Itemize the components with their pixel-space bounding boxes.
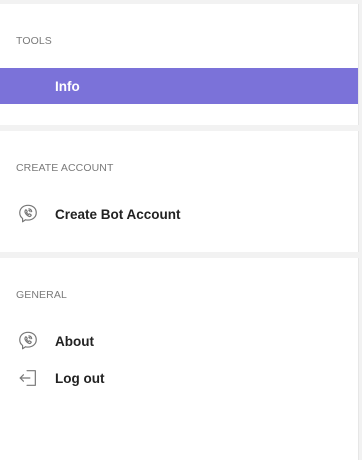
create-account-section: CREATE ACCOUNT Create Bot Account xyxy=(0,131,359,252)
menu-item-about[interactable]: About xyxy=(0,323,358,359)
menu-item-label: Info xyxy=(55,78,80,94)
viber-icon xyxy=(16,329,40,353)
section-title-general: GENERAL xyxy=(16,289,67,301)
menu-item-log-out[interactable]: Log out xyxy=(0,360,358,396)
viber-icon xyxy=(16,202,40,226)
section-title-tools: TOOLS xyxy=(16,35,52,47)
menu-item-label: Log out xyxy=(55,370,105,386)
menu-item-info[interactable]: Info xyxy=(0,68,358,104)
menu-item-create-bot-account[interactable]: Create Bot Account xyxy=(0,196,358,232)
general-section: GENERAL About Log out xyxy=(0,258,359,460)
section-title-create-account: CREATE ACCOUNT xyxy=(16,162,114,174)
menu-item-label: About xyxy=(55,333,94,349)
menu-item-label: Create Bot Account xyxy=(55,206,181,222)
logout-icon xyxy=(16,366,40,390)
tools-section: TOOLS Info xyxy=(0,4,359,125)
